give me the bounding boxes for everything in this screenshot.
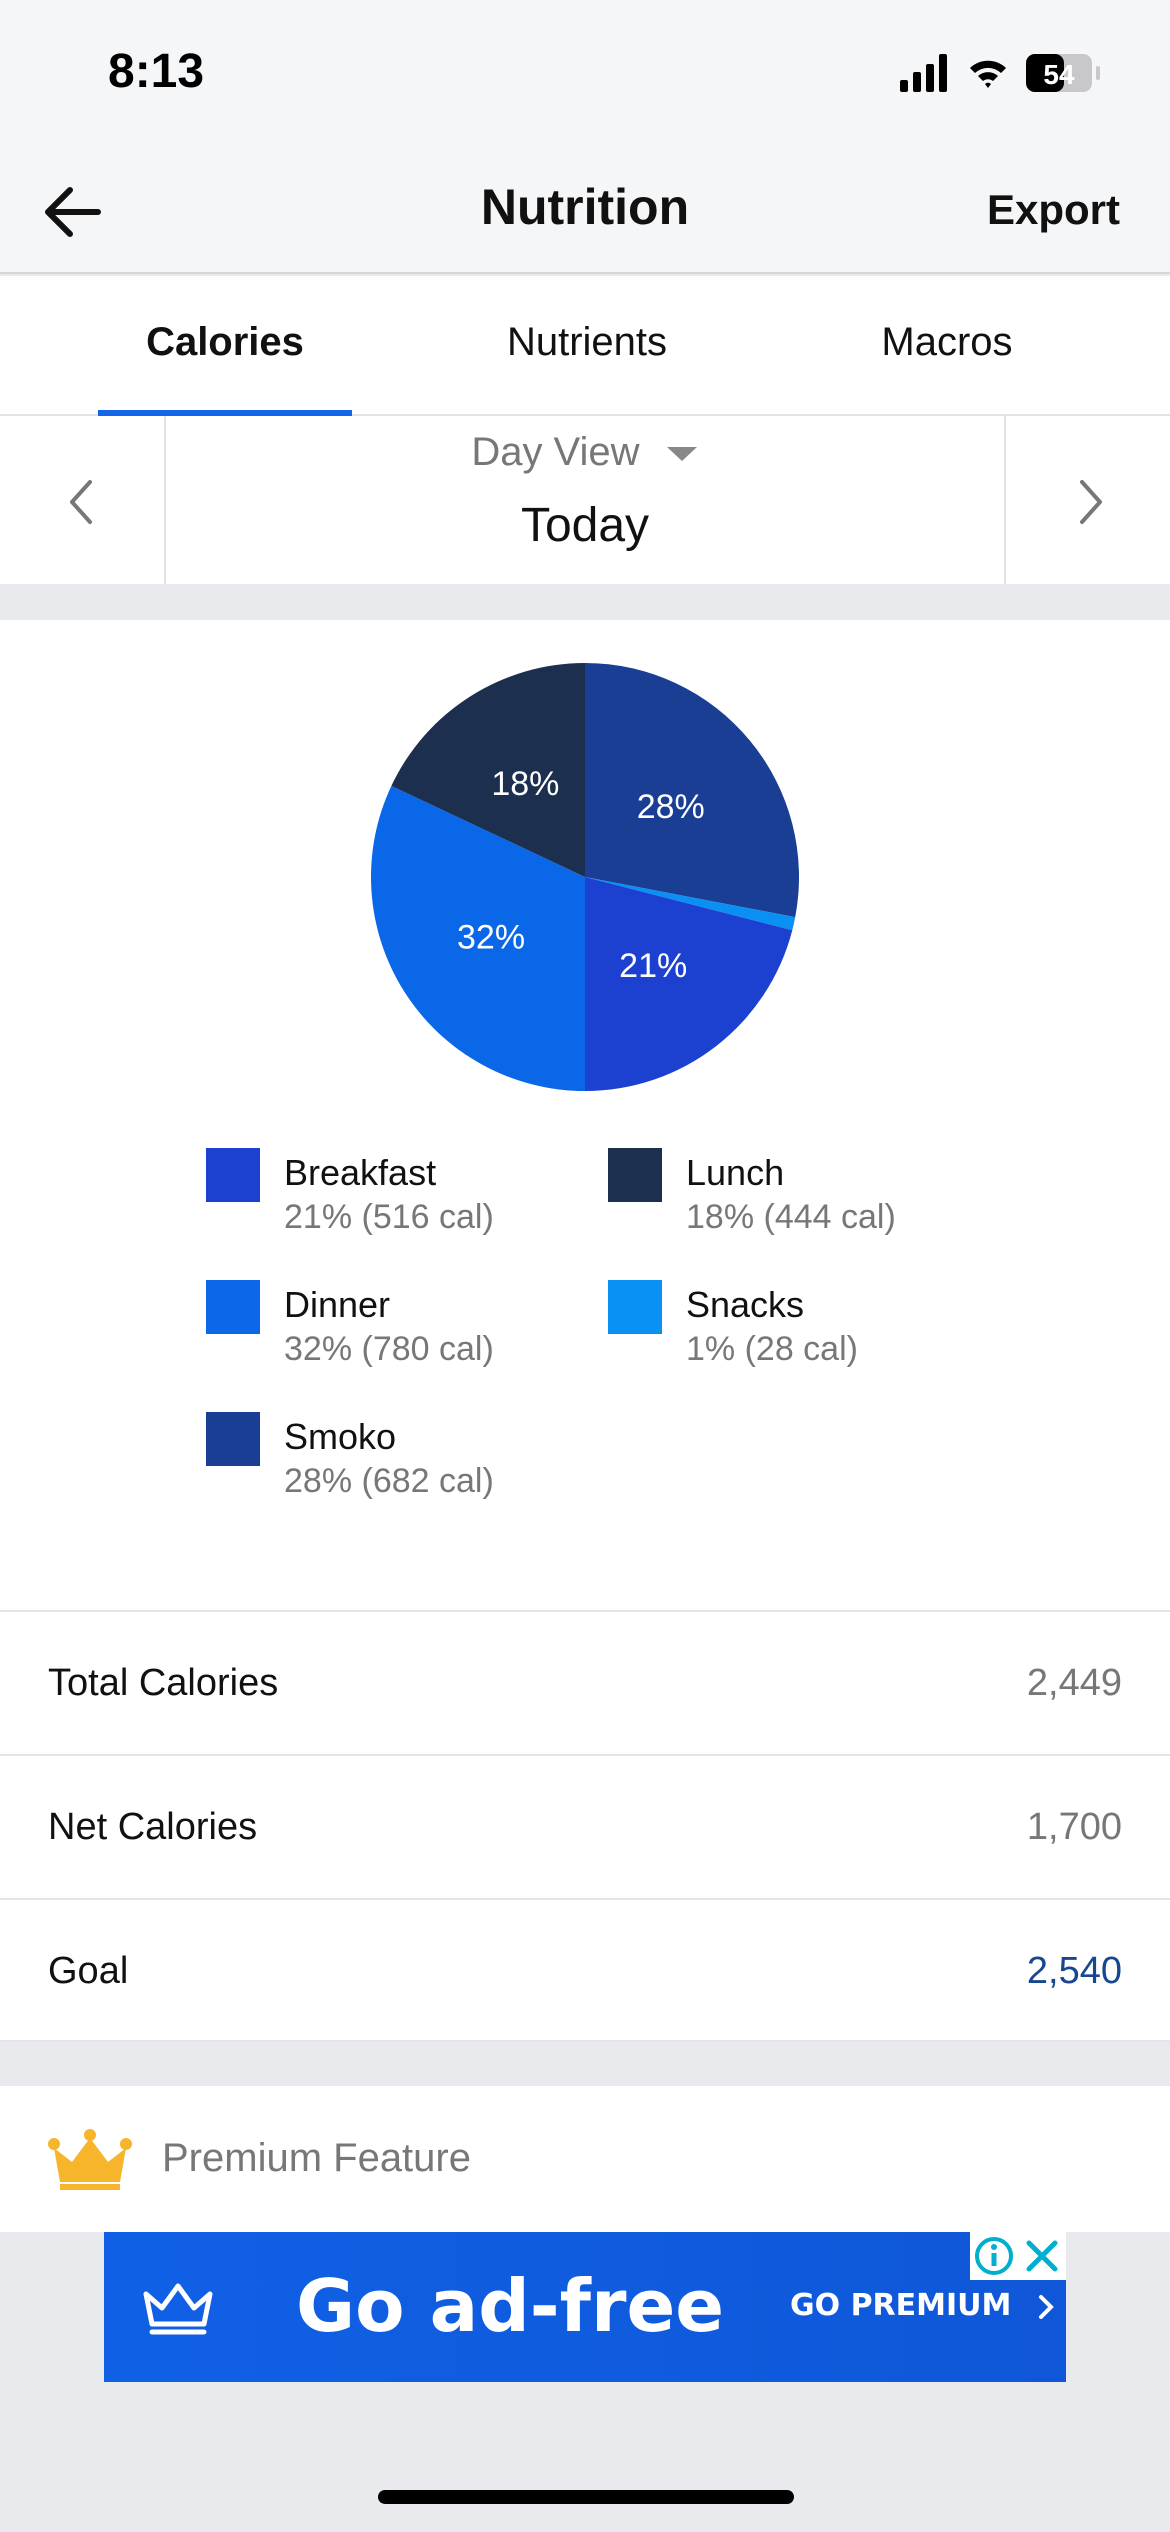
battery-icon: 54 xyxy=(1026,54,1100,92)
caret-down-icon xyxy=(666,447,697,462)
legend-name: Dinner xyxy=(284,1284,391,1325)
next-day-button[interactable] xyxy=(1004,416,1170,584)
tab-bar: Calories Nutrients Macros xyxy=(0,276,1170,416)
status-time: 8:13 xyxy=(108,45,205,98)
legend-swatch xyxy=(608,1280,662,1334)
legend-name: Breakfast xyxy=(284,1152,437,1193)
legend-value: 21% (516 cal) xyxy=(284,1198,494,1236)
pie-label-breakfast: 21% xyxy=(619,947,687,985)
legend-name: Lunch xyxy=(686,1152,785,1193)
legend-swatch xyxy=(608,1148,662,1202)
nav-bar: Nutrition Export xyxy=(0,150,1170,274)
legend-name: Smoko xyxy=(284,1416,397,1457)
crown-icon xyxy=(48,2129,132,2190)
legend-snacks: Snacks 1% (28 cal) xyxy=(608,1280,968,1380)
legend-value: 1% (28 cal) xyxy=(686,1330,858,1368)
battery-level: 54 xyxy=(1043,59,1075,90)
cellular-signal-icon xyxy=(900,54,947,92)
calorie-breakdown-card: 28% 21% 32% 18% Breakfast 21% (516 cal) Lun… xyxy=(0,620,1170,1610)
ad-info-icon[interactable] xyxy=(970,2232,1018,2280)
legend-value: 18% (444 cal) xyxy=(686,1198,896,1236)
status-icons: 54 xyxy=(900,54,1100,92)
legend-name: Snacks xyxy=(686,1284,805,1325)
summary-value: 2,449 xyxy=(1026,1662,1122,1704)
legend-smoko: Smoko 28% (682 cal) xyxy=(206,1412,566,1512)
legend-lunch: Lunch 18% (444 cal) xyxy=(608,1148,968,1248)
summary-value: 1,700 xyxy=(1026,1806,1122,1848)
chevron-right-icon xyxy=(1080,480,1102,524)
premium-feature-row[interactable]: Premium Feature xyxy=(0,2086,1170,2232)
summary-label: Total Calories xyxy=(48,1662,279,1704)
pie-label-smoko: 28% xyxy=(637,788,705,826)
legend-swatch xyxy=(206,1280,260,1334)
premium-feature-label: Premium Feature xyxy=(162,2136,471,2180)
export-button[interactable]: Export xyxy=(987,186,1120,234)
ad-controls xyxy=(970,2232,1066,2280)
legend-dinner: Dinner 32% (780 cal) xyxy=(206,1280,566,1380)
day-selector: Day View Today xyxy=(0,416,1170,584)
summary-label: Goal xyxy=(48,1950,129,1992)
home-indicator xyxy=(378,2490,794,2504)
tab-nutrients[interactable]: Nutrients xyxy=(460,320,714,365)
day-view-dropdown[interactable]: Day View xyxy=(0,430,1170,475)
status-bar: 8:13 54 xyxy=(0,0,1170,150)
day-view-label: Day View xyxy=(471,430,640,474)
legend-value: 32% (780 cal) xyxy=(284,1330,494,1368)
legend-value: 28% (682 cal) xyxy=(284,1462,494,1500)
legend-breakfast: Breakfast 21% (516 cal) xyxy=(206,1148,566,1248)
ad-cta-label: GO PREMIUM xyxy=(790,2288,1012,2323)
ad-cta[interactable]: GO PREMIUM xyxy=(790,2288,1056,2323)
calories-pie-chart: 28% 21% 32% 18% xyxy=(371,663,799,1091)
ad-crown-icon xyxy=(143,2283,213,2335)
goal-row[interactable]: Goal 2,540 xyxy=(0,1898,1170,2042)
summary-label: Net Calories xyxy=(48,1806,258,1848)
ad-headline: Go ad-free xyxy=(296,2264,725,2348)
legend-swatch xyxy=(206,1412,260,1466)
wifi-icon xyxy=(970,60,1006,88)
pie-label-dinner: 32% xyxy=(457,919,525,957)
ad-close-icon[interactable] xyxy=(1018,2232,1066,2280)
ad-banner[interactable]: Go ad-free GO PREMIUM xyxy=(104,2232,1066,2382)
total-calories-row: Total Calories 2,449 xyxy=(0,1610,1170,1754)
legend-swatch xyxy=(206,1148,260,1202)
tab-calories[interactable]: Calories xyxy=(98,320,352,365)
tab-macros[interactable]: Macros xyxy=(820,320,1074,365)
current-day: Today xyxy=(520,499,650,552)
pie-label-lunch: 18% xyxy=(491,765,559,803)
summary-value: 2,540 xyxy=(1026,1950,1122,1992)
chevron-right-icon xyxy=(1038,2294,1054,2319)
net-calories-row: Net Calories 1,700 xyxy=(0,1754,1170,1898)
